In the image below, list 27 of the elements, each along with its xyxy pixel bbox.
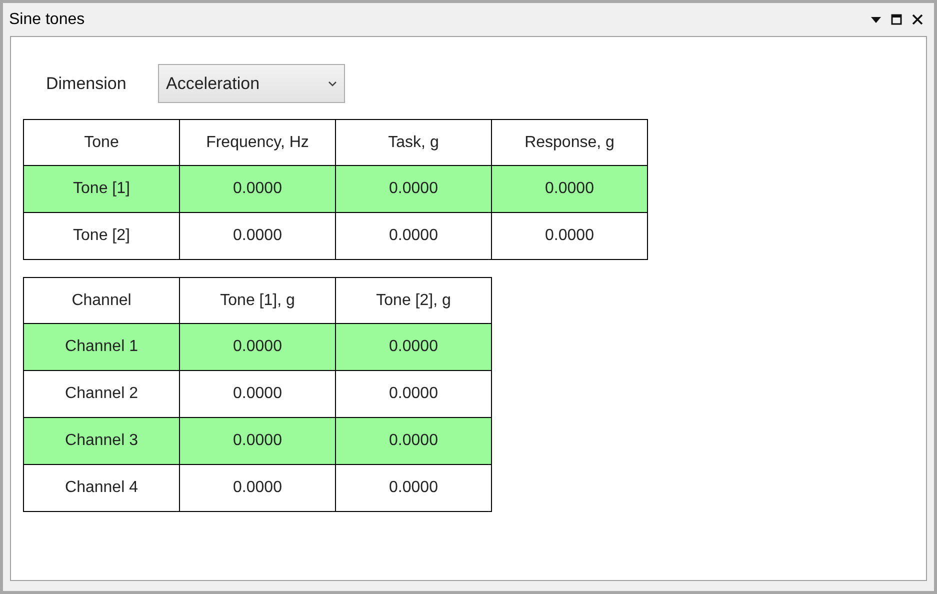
dropdown-icon[interactable] (871, 16, 881, 22)
window-title: Sine tones (9, 10, 85, 30)
table-row[interactable]: Channel 1 0.0000 0.0000 (24, 324, 492, 370)
table-cell: Tone [2] (24, 212, 180, 260)
table-row[interactable]: Tone [2] 0.0000 0.0000 0.0000 (24, 212, 648, 260)
table-cell: Channel 4 (24, 464, 180, 512)
column-header: Tone (24, 120, 180, 166)
table-cell: 0.0000 (180, 212, 336, 260)
column-header: Tone [1], g (180, 278, 336, 324)
close-icon[interactable] (912, 14, 923, 25)
column-header: Task, g (336, 120, 492, 166)
chevron-down-icon (328, 80, 337, 86)
dimension-dropdown[interactable]: Acceleration (158, 64, 345, 103)
table-row[interactable]: Tone [1] 0.0000 0.0000 0.0000 (24, 166, 648, 212)
dimension-label: Dimension (46, 72, 128, 95)
table-row[interactable]: Channel 2 0.0000 0.0000 (24, 370, 492, 418)
table-cell: 0.0000 (180, 464, 336, 512)
table-cell: 0.0000 (336, 212, 492, 260)
column-header: Tone [2], g (336, 278, 492, 324)
maximize-icon[interactable] (891, 14, 902, 25)
table-cell: 0.0000 (336, 464, 492, 512)
table-cell: 0.0000 (492, 212, 648, 260)
column-header: Response, g (492, 120, 648, 166)
table-row[interactable]: Channel 3 0.0000 0.0000 (24, 418, 492, 464)
column-header: Channel (24, 278, 180, 324)
table-row[interactable]: Channel 4 0.0000 0.0000 (24, 464, 492, 512)
column-header: Frequency, Hz (180, 120, 336, 166)
